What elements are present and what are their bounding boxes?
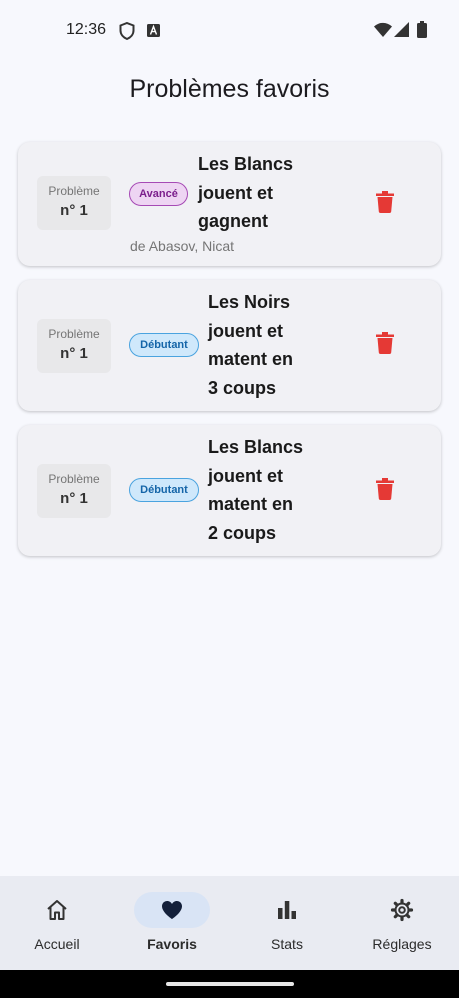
nav-item-favoris[interactable]: Favoris (115, 876, 229, 970)
problem-title-line: Les Blancs (208, 437, 304, 457)
problem-number-box: Problème n° 1 (37, 176, 111, 230)
favorite-card[interactable]: Problème n° 1 Débutant Les Noirs jouent … (18, 280, 441, 411)
gesture-bar (0, 970, 459, 998)
signal-icon (394, 22, 409, 42)
bottom-navigation: Accueil Favoris Stats Réglages (0, 876, 459, 970)
nav-label: Réglages (372, 936, 432, 952)
font-a-icon (147, 24, 160, 42)
problem-title-line: matent en (208, 494, 294, 514)
delete-button[interactable] (369, 188, 401, 220)
battery-icon (417, 21, 427, 43)
problem-title: Les Blancs jouent et matent en 2 coups (208, 433, 303, 547)
page-title: Problèmes favoris (129, 75, 330, 103)
status-bar: 12:36 (0, 0, 459, 62)
nav-label: Stats (271, 936, 303, 952)
gear-icon (390, 898, 414, 922)
problem-number-label: Problème (48, 184, 100, 198)
delete-button[interactable] (369, 475, 401, 507)
problem-title-line: 3 coups (208, 377, 277, 398)
problem-number-value: n° 1 (60, 490, 88, 507)
problem-title: Les Blancs jouent et gagnent (198, 150, 293, 236)
problem-number-label: Problème (48, 327, 100, 341)
bar-chart-icon (275, 898, 299, 922)
problem-title-line: jouent et (198, 182, 273, 203)
level-badge: Débutant (129, 478, 199, 502)
nav-item-accueil[interactable]: Accueil (0, 876, 114, 970)
problem-number-box: Problème n° 1 (37, 464, 111, 518)
trash-icon (376, 477, 394, 505)
trash-icon (376, 331, 394, 359)
shield-icon (119, 21, 135, 45)
problem-title-line: 2 coups (208, 522, 277, 543)
problem-number-box: Problème n° 1 (37, 319, 111, 373)
favorite-card[interactable]: Problème n° 1 Avancé Les Blancs jouent e… (18, 142, 441, 266)
problem-title-line: gagnent (198, 211, 268, 231)
problem-title-line: Les Blancs (198, 154, 294, 174)
home-gesture-handle[interactable] (166, 982, 294, 986)
nav-label: Accueil (34, 936, 80, 952)
problem-title-line: jouent et (208, 320, 283, 341)
trash-icon (376, 190, 394, 218)
problem-title-line: jouent et (208, 465, 283, 486)
wifi-icon (374, 22, 392, 42)
nav-label: Favoris (147, 936, 197, 952)
delete-button[interactable] (369, 329, 401, 361)
problem-number-value: n° 1 (60, 202, 88, 219)
nav-item-reglages[interactable]: Réglages (345, 876, 459, 970)
problem-title-line: Les Noirs (208, 292, 291, 312)
nav-item-stats[interactable]: Stats (230, 876, 344, 970)
level-badge: Avancé (129, 182, 188, 206)
problem-title: Les Noirs jouent et matent en 3 coups (208, 288, 293, 402)
status-time: 12:36 (66, 21, 107, 38)
problem-number-value: n° 1 (60, 345, 88, 362)
level-badge: Débutant (129, 333, 199, 357)
home-icon (45, 898, 69, 922)
heart-icon (160, 898, 184, 922)
problem-number-label: Problème (48, 472, 100, 486)
problem-author: de Abasov, Nicat (130, 238, 235, 254)
favorite-card[interactable]: Problème n° 1 Débutant Les Blancs jouent… (18, 425, 441, 556)
problem-title-line: matent en (208, 349, 294, 369)
